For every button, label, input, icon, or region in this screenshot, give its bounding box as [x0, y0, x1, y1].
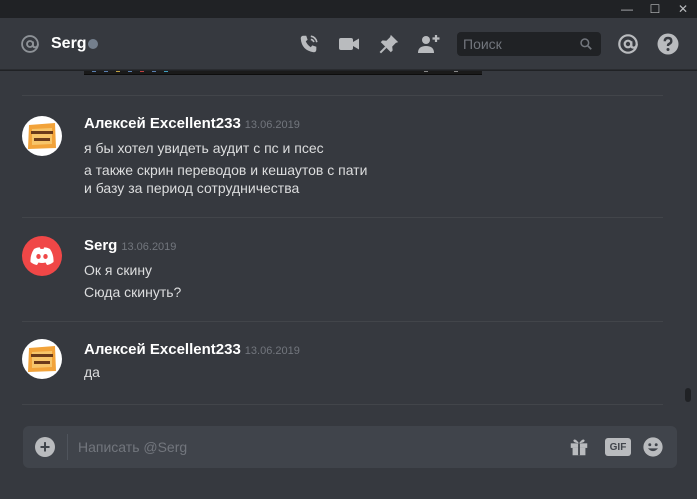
message-author[interactable]: Serg 13.06.2019 — [84, 237, 176, 254]
window-maximize-button[interactable]: ☐ — [641, 0, 669, 18]
composer-area: + GIF — [0, 411, 697, 499]
at-icon — [21, 35, 39, 53]
avatar[interactable] — [22, 236, 62, 276]
avatar[interactable] — [22, 339, 62, 379]
message-divider — [22, 404, 663, 405]
search-icon[interactable] — [579, 37, 593, 51]
add-friend-icon[interactable] — [417, 32, 441, 56]
avatar[interactable] — [22, 116, 62, 156]
window-close-button[interactable]: ✕ — [669, 0, 697, 18]
message-text: и базу за период сотрудничества — [84, 180, 300, 196]
status-indicator — [88, 39, 98, 49]
message-divider — [22, 95, 663, 96]
message-composer: + GIF — [23, 426, 677, 468]
composer-divider — [67, 434, 68, 460]
channel-header: Serg — [0, 18, 697, 70]
search-box[interactable] — [457, 32, 601, 56]
message-text: а также скрин переводов и кешаутов с пат… — [84, 162, 368, 178]
video-call-icon[interactable] — [337, 32, 361, 56]
search-input[interactable] — [463, 36, 573, 52]
scrollbar-thumb[interactable] — [685, 388, 691, 402]
gift-icon[interactable] — [567, 436, 591, 458]
gif-button[interactable]: GIF — [604, 436, 632, 458]
phone-call-icon[interactable] — [297, 32, 321, 56]
window-minimize-button[interactable]: — — [613, 0, 641, 18]
message-timestamp: 13.06.2019 — [244, 119, 300, 131]
message-input[interactable] — [78, 437, 548, 457]
message-text: я бы хотел увидеть аудит с пс и псес — [84, 140, 324, 156]
message-divider — [22, 217, 663, 218]
emoji-icon[interactable] — [641, 436, 665, 458]
upload-button[interactable]: + — [35, 437, 55, 457]
help-icon[interactable] — [656, 32, 680, 56]
pin-icon[interactable] — [377, 32, 401, 56]
window-titlebar: — ☐ ✕ — [0, 0, 697, 18]
message-author[interactable]: Алексей Excellent233 13.06.2019 — [84, 341, 300, 358]
gif-icon: GIF — [605, 438, 631, 456]
attachment-image[interactable] — [84, 71, 482, 75]
message-text: Сюда скинуть? — [84, 284, 182, 300]
message-text: да — [84, 364, 100, 380]
message-list[interactable]: Алексей Excellent233 13.06.2019 я бы хоте… — [0, 71, 697, 411]
discord-logo-icon — [30, 247, 54, 265]
message-divider — [22, 321, 663, 322]
message-text: Ок я скину — [84, 262, 153, 278]
message-timestamp: 13.06.2019 — [244, 345, 300, 357]
message-author[interactable]: Алексей Excellent233 13.06.2019 — [84, 115, 300, 132]
excellent-style-logo-icon — [28, 346, 56, 372]
channel-name: Serg — [51, 35, 87, 52]
mentions-icon[interactable] — [616, 32, 640, 56]
message-timestamp: 13.06.2019 — [121, 241, 177, 253]
excellent-style-logo-icon — [28, 123, 56, 149]
